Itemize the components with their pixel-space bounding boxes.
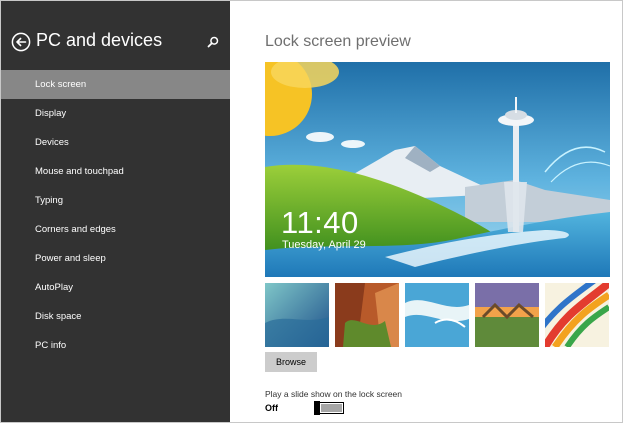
sidebar-item-power-and-sleep[interactable]: Power and sleep [1,244,230,273]
preview-date: Tuesday, April 29 [282,239,366,251]
sidebar-item-mouse-and-touchpad[interactable]: Mouse and touchpad [1,157,230,186]
canyon-thumbnail[interactable] [335,283,399,347]
beach-thumbnail[interactable] [405,283,469,347]
sidebar-item-pc-info[interactable]: PC info [1,331,230,360]
fence-sunset-thumbnail[interactable] [475,283,539,347]
slideshow-toggle-state: Off [265,403,278,413]
sidebar-item-autoplay[interactable]: AutoPlay [1,273,230,302]
settings-window: PC and devices Lock screen Display Devic… [0,0,623,423]
thumbnail-strip [265,283,610,347]
preview-time: 11:40 [281,205,359,240]
sidebar-item-lock-screen[interactable]: Lock screen [1,70,230,99]
toggle-knob[interactable] [314,401,320,415]
wave-thumbnail[interactable] [265,283,329,347]
lock-screen-preview: 11:40 Tuesday, April 29 [265,62,610,277]
slideshow-label: Play a slide show on the lock screen [265,389,403,399]
slideshow-toggle[interactable] [314,401,344,415]
main-pane: Lock screen preview 11:40 Tuesday, April… [230,1,622,422]
sidebar-item-disk-space[interactable]: Disk space [1,302,230,331]
sidebar-item-devices[interactable]: Devices [1,128,230,157]
page-title: PC and devices [36,30,163,50]
sidebar-item-typing[interactable]: Typing [1,186,230,215]
sidebar: PC and devices Lock screen Display Devic… [1,1,230,422]
color-stripes-thumbnail[interactable] [545,283,609,347]
toggle-track [321,404,342,412]
browse-button[interactable]: Browse [265,352,317,372]
section-title: Lock screen preview [265,33,411,50]
sidebar-nav: Lock screen Display Devices Mouse and to… [1,70,230,360]
back-arrow-icon[interactable] [11,32,31,52]
search-icon[interactable] [206,35,220,49]
sidebar-item-display[interactable]: Display [1,99,230,128]
sidebar-item-corners-and-edges[interactable]: Corners and edges [1,215,230,244]
